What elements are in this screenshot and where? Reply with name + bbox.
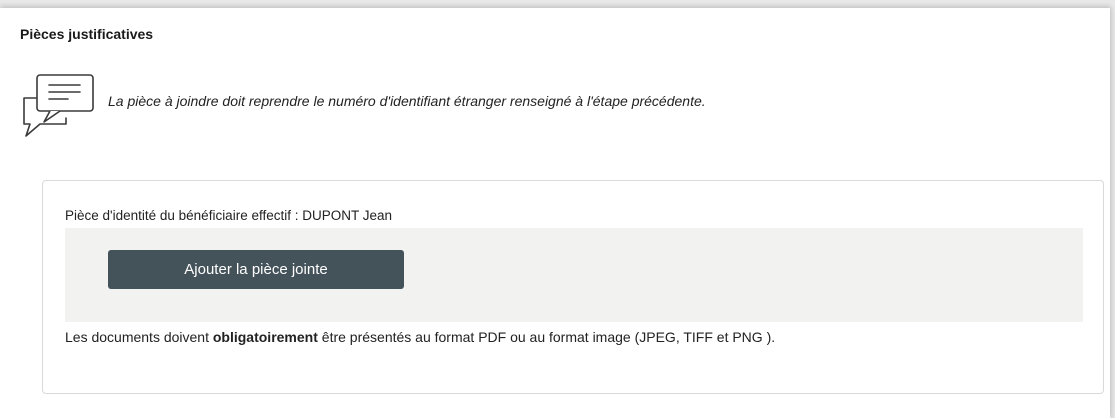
info-message: La pièce à joindre doit reprendre le num…: [16, 70, 706, 140]
info-text: La pièce à joindre doit reprendre le num…: [108, 93, 706, 109]
upload-area: Ajouter la pièce jointe: [65, 228, 1083, 322]
format-requirements-note: Les documents doivent obligatoirement êt…: [65, 329, 775, 345]
format-note-emphasis: obligatoirement: [212, 329, 318, 345]
document-card: Pièce d'identité du bénéficiaire effecti…: [42, 180, 1104, 394]
section-title: Pièces justificatives: [20, 26, 154, 42]
add-attachment-button[interactable]: Ajouter la pièce jointe: [108, 250, 404, 289]
document-label: Pièce d'identité du bénéficiaire effecti…: [65, 208, 393, 223]
attachments-panel: Pièces justificatives La pièce à joindre…: [0, 8, 1110, 418]
format-note-suffix: être présentés au format PDF ou au forma…: [317, 329, 776, 345]
chat-bubbles-icon: [23, 74, 94, 137]
format-note-prefix: Les documents doivent: [65, 329, 213, 345]
